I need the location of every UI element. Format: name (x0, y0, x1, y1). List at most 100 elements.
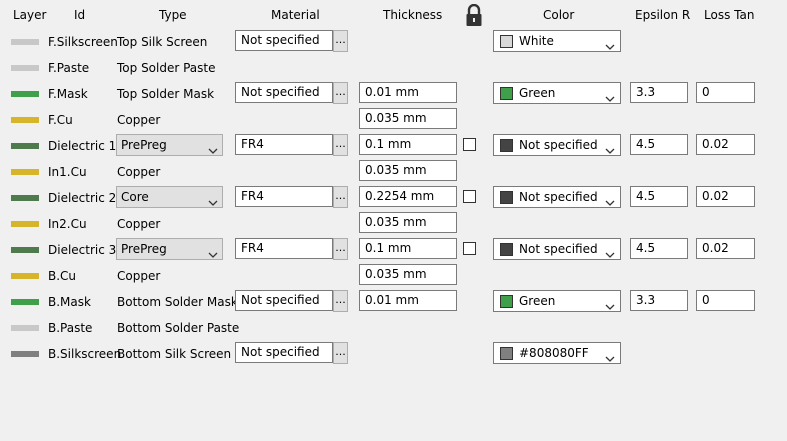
lock-icon (466, 4, 482, 26)
stackup-row: B.Silkscreen Bottom Silk Screen Not specif… (0, 340, 787, 366)
layer-type-value: PrePreg (121, 138, 167, 152)
chevron-down-icon (605, 297, 615, 310)
color-dropdown[interactable]: Green (493, 290, 621, 312)
color-dropdown[interactable]: #808080FF (493, 342, 621, 364)
material-select-button[interactable]: ... (333, 342, 348, 364)
layer-type-label: Copper (117, 165, 161, 179)
thickness-lock-checkbox[interactable] (463, 138, 476, 151)
layer-id-label: B.Silkscreen (48, 347, 122, 361)
color-value: Not specified (519, 138, 598, 152)
material-input[interactable]: Not specified (235, 30, 333, 51)
layer-color-swatch (11, 169, 39, 175)
loss-tan-input[interactable]: 0.02 (696, 134, 755, 155)
stackup-row: F.Silkscreen Top Silk Screen Not specified… (0, 28, 787, 54)
chevron-down-icon (605, 37, 615, 50)
thickness-input[interactable]: 0.035 mm (359, 212, 457, 233)
layer-type-value: Core (121, 190, 149, 204)
header-layer: Layer (13, 8, 47, 22)
layer-type-label: Top Silk Screen (117, 35, 208, 49)
header-epsilon-r: Epsilon R (635, 8, 691, 22)
thickness-input[interactable]: 0.01 mm (359, 290, 457, 311)
chevron-down-icon (605, 349, 615, 362)
material-select-button[interactable]: ... (333, 290, 348, 312)
color-value: #808080FF (519, 346, 589, 360)
thickness-input[interactable]: 0.1 mm (359, 134, 457, 155)
color-dropdown[interactable]: Not specified (493, 134, 621, 156)
material-select-button[interactable]: ... (333, 30, 348, 52)
epsilon-r-input[interactable]: 3.3 (630, 290, 688, 311)
layer-id-label: B.Cu (48, 269, 77, 283)
thickness-input[interactable]: 0.01 mm (359, 82, 457, 103)
loss-tan-input[interactable]: 0.02 (696, 238, 755, 259)
layer-id-label: Dielectric 1 (48, 139, 117, 153)
color-dropdown[interactable]: White (493, 30, 621, 52)
thickness-input[interactable]: 0.035 mm (359, 264, 457, 285)
epsilon-r-input[interactable]: 3.3 (630, 82, 688, 103)
loss-tan-input[interactable]: 0.02 (696, 186, 755, 207)
layer-type-label: Bottom Solder Paste (117, 321, 240, 335)
stackup-row: Dielectric 3 PrePreg FR4... 0.1 mm Not speci… (0, 236, 787, 262)
layer-type-label: Bottom Solder Mask (117, 295, 238, 309)
color-swatch (500, 35, 513, 48)
color-dropdown[interactable]: Not specified (493, 186, 621, 208)
thickness-input[interactable]: 0.1 mm (359, 238, 457, 259)
layer-color-swatch (11, 39, 39, 45)
stackup-row: Dielectric 1 PrePreg FR4... 0.1 mm Not speci… (0, 132, 787, 158)
layer-color-swatch (11, 195, 39, 201)
color-value: Not specified (519, 242, 598, 256)
material-select-button[interactable]: ... (333, 82, 348, 104)
material-select-button[interactable]: ... (333, 238, 348, 260)
thickness-lock-checkbox[interactable] (463, 190, 476, 203)
color-swatch (500, 295, 513, 308)
header-loss-tan: Loss Tan (704, 8, 755, 22)
epsilon-r-input[interactable]: 4.5 (630, 186, 688, 207)
stackup-row: In1.Cu Copper 0.035 mm (0, 158, 787, 184)
color-dropdown[interactable]: Green (493, 82, 621, 104)
thickness-input[interactable]: 0.035 mm (359, 108, 457, 129)
thickness-input[interactable]: 0.035 mm (359, 160, 457, 181)
layer-id-label: F.Paste (48, 61, 90, 75)
header-material: Material (271, 8, 320, 22)
material-select-button[interactable]: ... (333, 134, 348, 156)
stackup-row: B.Mask Bottom Solder Mask Not specified...… (0, 288, 787, 314)
layer-id-label: F.Silkscreen (48, 35, 118, 49)
loss-tan-input[interactable]: 0 (696, 290, 755, 311)
layer-id-label: B.Mask (48, 295, 91, 309)
header-color: Color (543, 8, 575, 22)
material-input[interactable]: Not specified (235, 342, 333, 363)
material-input[interactable]: Not specified (235, 82, 333, 103)
layer-type-value: PrePreg (121, 242, 167, 256)
material-input[interactable]: FR4 (235, 238, 333, 259)
chevron-down-icon (605, 89, 615, 102)
color-dropdown[interactable]: Not specified (493, 238, 621, 260)
layer-type-dropdown[interactable]: PrePreg (116, 134, 223, 156)
layer-id-label: B.Paste (48, 321, 93, 335)
layer-id-label: Dielectric 2 (48, 191, 117, 205)
material-input[interactable]: Not specified (235, 290, 333, 311)
layer-color-swatch (11, 65, 39, 71)
thickness-lock-checkbox[interactable] (463, 242, 476, 255)
thickness-input[interactable]: 0.2254 mm (359, 186, 457, 207)
layer-type-dropdown[interactable]: PrePreg (116, 238, 223, 260)
header-id: Id (74, 8, 86, 22)
color-value: Not specified (519, 190, 598, 204)
epsilon-r-input[interactable]: 4.5 (630, 238, 688, 259)
layer-color-swatch (11, 91, 39, 97)
chevron-down-icon (208, 245, 218, 258)
stackup-row: B.Cu Copper 0.035 mm (0, 262, 787, 288)
header-type: Type (159, 8, 187, 22)
material-input[interactable]: FR4 (235, 134, 333, 155)
stackup-row: F.Cu Copper 0.035 mm (0, 106, 787, 132)
layer-color-swatch (11, 273, 39, 279)
layer-type-dropdown[interactable]: Core (116, 186, 223, 208)
header-thickness: Thickness (383, 8, 443, 22)
layer-color-swatch (11, 247, 39, 253)
stackup-row: Dielectric 2 Core FR4... 0.2254 mm Not speci… (0, 184, 787, 210)
chevron-down-icon (605, 193, 615, 206)
loss-tan-input[interactable]: 0 (696, 82, 755, 103)
material-select-button[interactable]: ... (333, 186, 348, 208)
epsilon-r-input[interactable]: 4.5 (630, 134, 688, 155)
material-input[interactable]: FR4 (235, 186, 333, 207)
layer-id-label: In1.Cu (48, 165, 87, 179)
chevron-down-icon (605, 141, 615, 154)
